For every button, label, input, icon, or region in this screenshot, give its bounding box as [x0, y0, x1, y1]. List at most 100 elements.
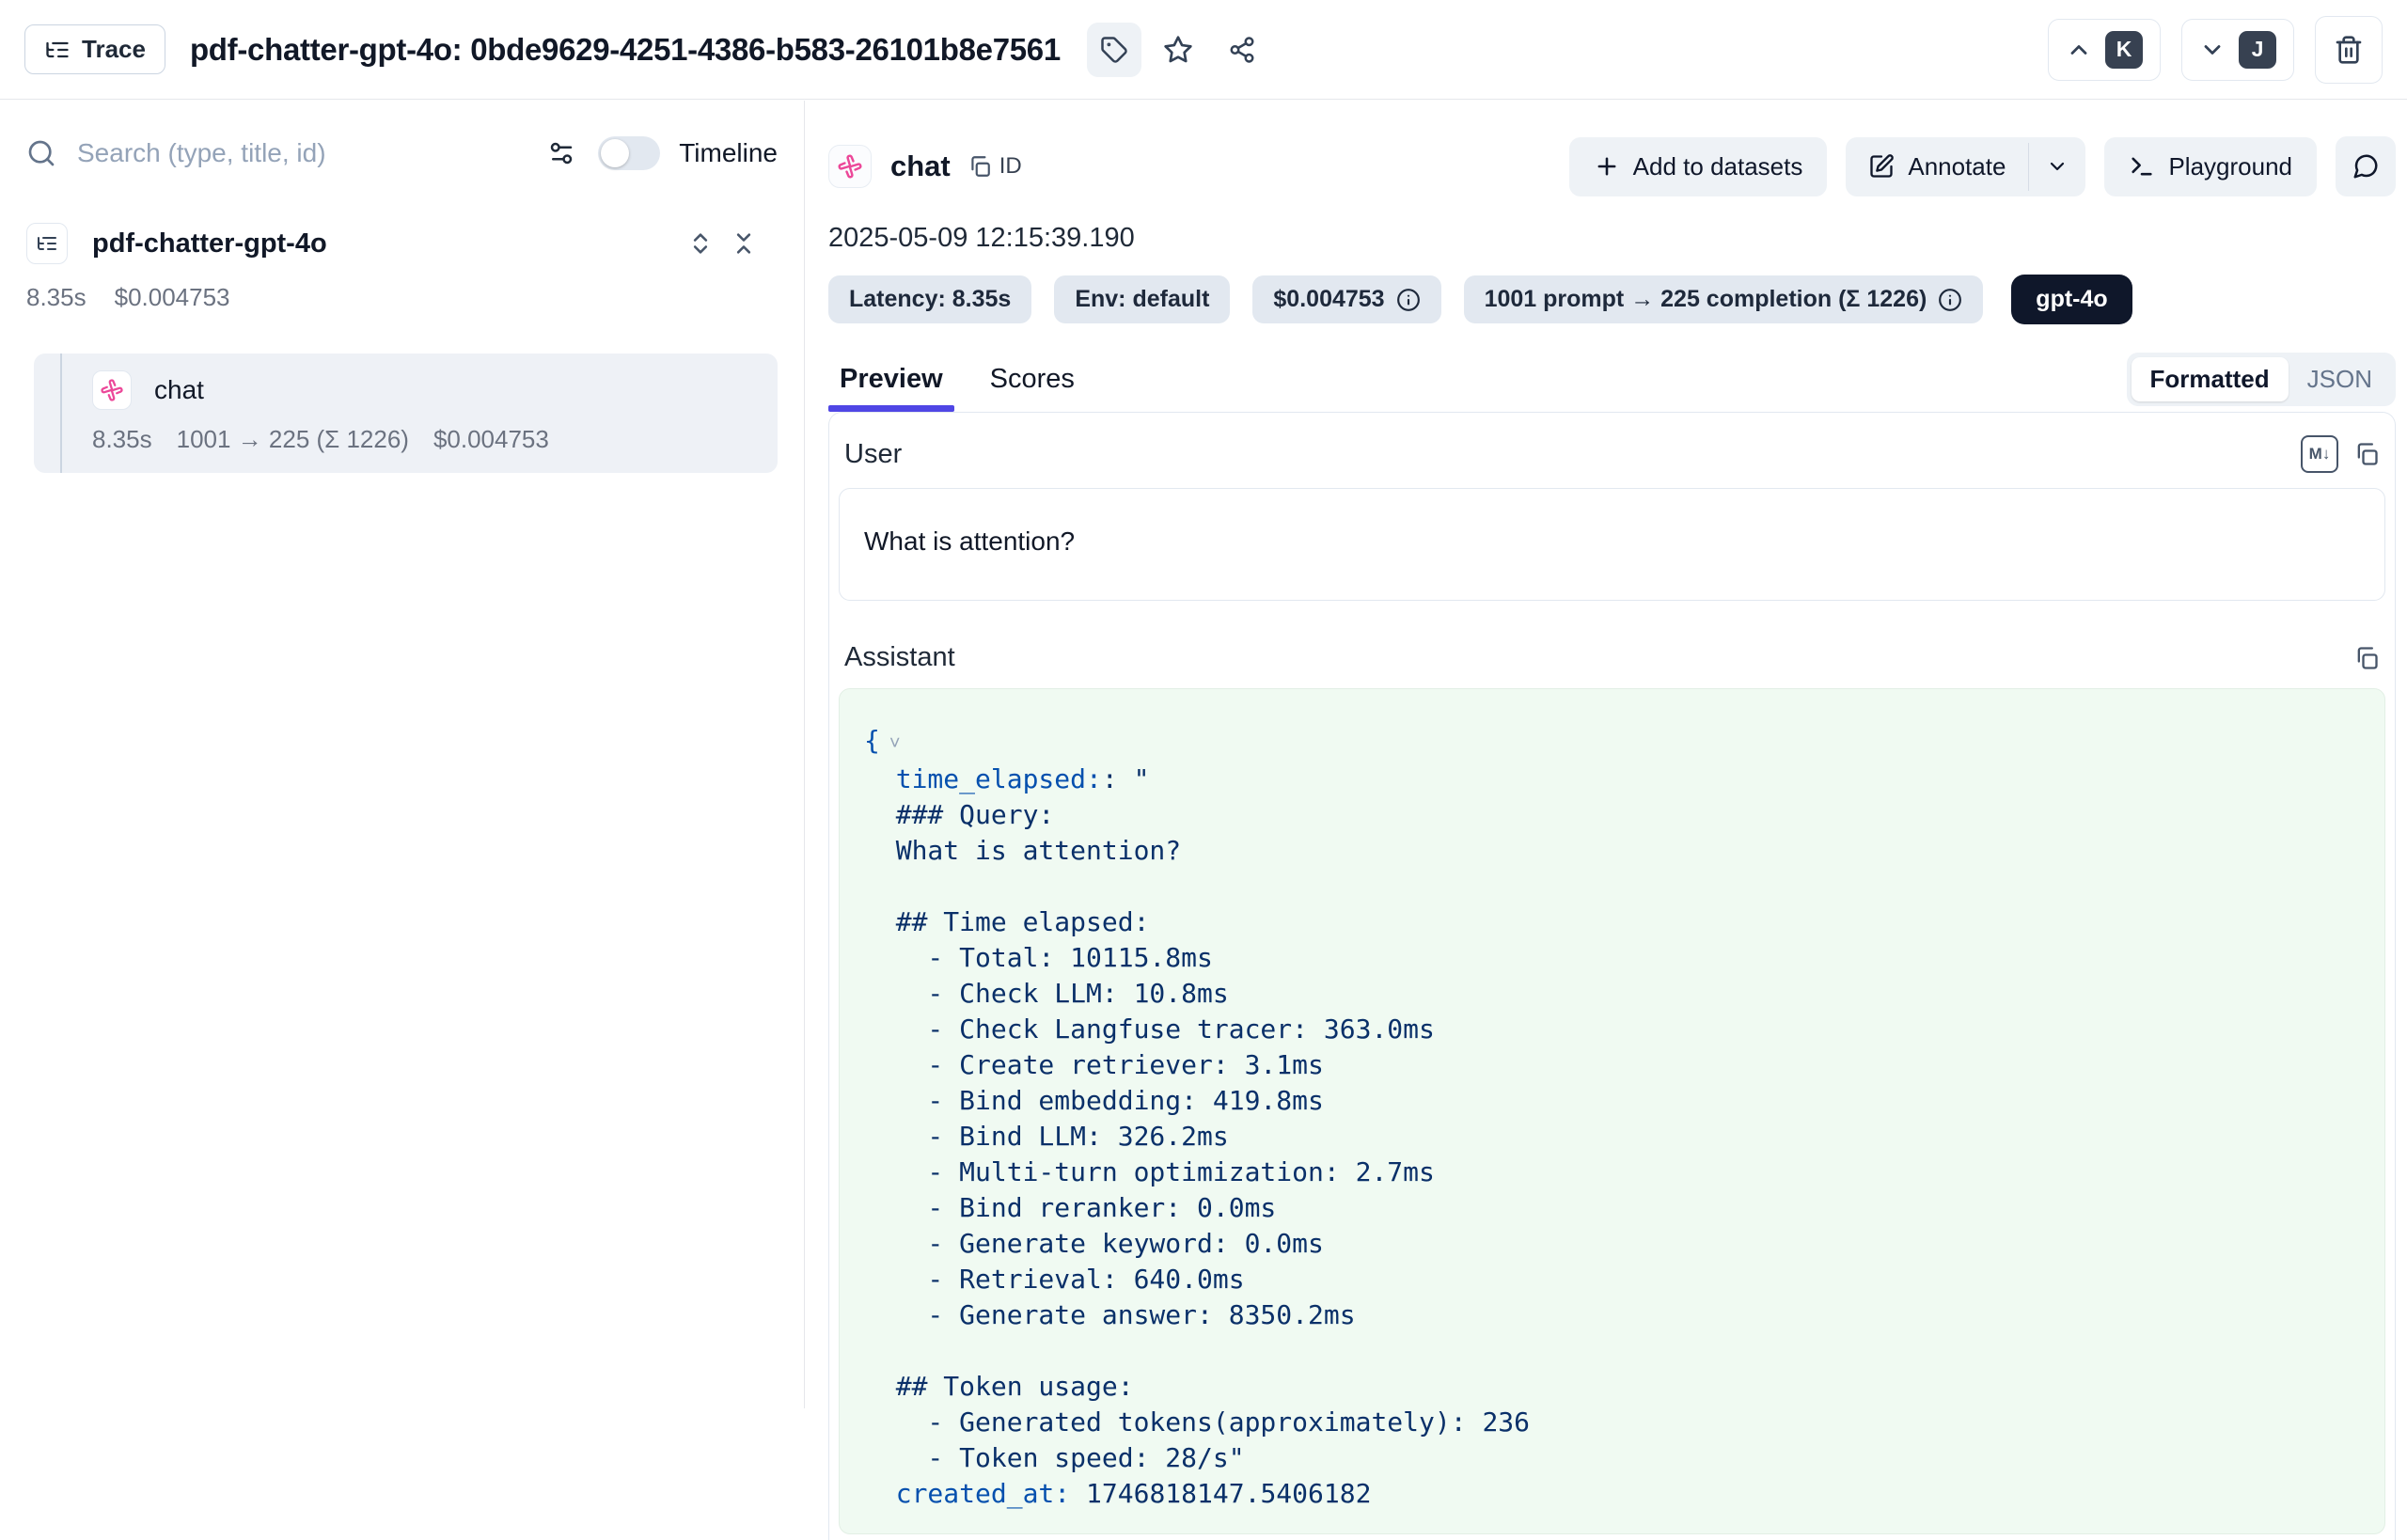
info-icon	[1396, 288, 1421, 312]
copy-icon[interactable]	[2353, 441, 2380, 467]
add-to-datasets-button[interactable]: Add to datasets	[1569, 137, 1828, 196]
list-tree-icon	[44, 37, 71, 63]
playground-label: Playground	[2168, 152, 2292, 181]
copy-icon[interactable]	[2353, 645, 2380, 671]
chevron-down-icon	[2199, 37, 2226, 63]
user-section-title: User	[844, 439, 2301, 470]
copy-id-icon[interactable]	[968, 154, 992, 179]
delete-trace-button[interactable]	[2315, 16, 2383, 84]
terminal-icon	[2129, 153, 2155, 180]
assistant-code: {˅ time_elapsed:: " ### Query: What is a…	[864, 723, 2360, 1512]
code-line: What is attention?	[864, 833, 2360, 869]
comment-bubble-icon	[2352, 152, 2380, 181]
user-message-box: What is attention?	[839, 488, 2385, 601]
annotate-button[interactable]: Annotate	[1846, 137, 2028, 196]
trace-root-label: pdf-chatter-gpt-4o	[92, 228, 687, 259]
chevron-up-icon	[2066, 37, 2092, 63]
trace-type-button[interactable]: Trace	[24, 24, 165, 74]
latency-badge-label: Latency: 8.35s	[849, 286, 1011, 313]
annotate-dropdown-caret[interactable]	[2029, 137, 2085, 196]
code-line: {˅	[864, 723, 2360, 762]
tag-icon	[1100, 36, 1128, 64]
env-badge-label: Env: default	[1075, 286, 1209, 313]
code-line: - Generated tokens(approximately): 236	[864, 1405, 2360, 1440]
chat-cost: $0.004753	[433, 425, 549, 454]
list-tree-icon	[26, 223, 68, 264]
search-input[interactable]	[77, 138, 547, 168]
trace-button-label: Trace	[82, 35, 146, 64]
chat-item-header: chat	[92, 370, 761, 410]
cost-badge[interactable]: $0.004753	[1252, 275, 1440, 323]
code-line: - Generate keyword: 0.0ms	[864, 1226, 2360, 1262]
markdown-toggle-icon[interactable]: M↓	[2301, 435, 2338, 473]
format-toggle: Formatted JSON	[2127, 353, 2396, 406]
code-line: ## Time elapsed:	[864, 904, 2360, 940]
collapse-chevron-icon[interactable]: ˅	[889, 733, 901, 754]
toggle-knob	[601, 139, 629, 167]
code-line: - Total: 10115.8ms	[864, 940, 2360, 976]
token-usage-label: 1001 prompt → 225 completion (Σ 1226)	[1485, 286, 1927, 313]
format-option-formatted[interactable]: Formatted	[2132, 357, 2289, 401]
code-line: ### Query:	[864, 797, 2360, 833]
user-section-header: User M↓	[839, 435, 2385, 473]
latency-badge: Latency: 8.35s	[828, 275, 1031, 323]
tree-indent-guide	[60, 354, 62, 473]
share-icon	[1228, 36, 1256, 64]
format-option-json[interactable]: JSON	[2289, 357, 2391, 401]
tabs-row: Preview Scores Formatted JSON	[828, 353, 2396, 412]
trace-root-row[interactable]: pdf-chatter-gpt-4o	[26, 223, 778, 264]
nav-next-button[interactable]: J	[2181, 19, 2294, 81]
code-line: - Multi-turn optimization: 2.7ms	[864, 1155, 2360, 1190]
code-line	[864, 869, 2360, 904]
assistant-section-header: Assistant	[839, 642, 2385, 673]
trash-icon	[2334, 35, 2364, 65]
model-badge[interactable]: gpt-4o	[2011, 275, 2132, 324]
generation-icon	[828, 145, 872, 188]
trace-tree-sidebar: Timeline pdf-chatter-gpt-4o 8.35s $0.004…	[0, 101, 805, 1408]
metrics-badge-row: Latency: 8.35s Env: default $0.004753 10…	[828, 275, 2396, 324]
trace-cost: $0.004753	[115, 283, 230, 312]
id-label: ID	[999, 153, 1022, 180]
tree-item-chat[interactable]: chat 8.35s 1001 → 225 (Σ 1226) $0.004753	[34, 354, 778, 473]
plus-icon	[1594, 153, 1620, 180]
token-usage-badge[interactable]: 1001 prompt → 225 completion (Σ 1226)	[1464, 275, 1984, 323]
annotate-split-button: Annotate	[1846, 137, 2085, 196]
observation-header: chat ID Add to datasets Annotate	[828, 136, 2396, 196]
code-line: - Check LLM: 10.8ms	[864, 976, 2360, 1012]
tree-fold-controls	[687, 230, 757, 257]
observation-timestamp: 2025-05-09 12:15:39.190	[828, 223, 2396, 254]
pen-square-icon	[1868, 153, 1895, 180]
comments-button[interactable]	[2336, 136, 2396, 196]
tag-button[interactable]	[1087, 23, 1141, 77]
observation-detail-panel: chat ID Add to datasets Annotate	[806, 101, 2407, 1408]
collapse-all-icon[interactable]	[731, 230, 757, 257]
search-row: Timeline	[26, 136, 778, 170]
code-line: - Bind reranker: 0.0ms	[864, 1190, 2360, 1226]
code-line: - Generate answer: 8350.2ms	[864, 1297, 2360, 1333]
code-line: - Bind LLM: 326.2ms	[864, 1119, 2360, 1155]
tab-preview[interactable]: Preview	[828, 364, 954, 412]
nav-previous-button[interactable]: K	[2048, 19, 2161, 81]
code-line: created_at: 1746818147.5406182	[864, 1476, 2360, 1512]
io-preview-panel: User M↓ What is attention? Assistant {˅ …	[828, 412, 2396, 1540]
top-bar: Trace pdf-chatter-gpt-4o: 0bde9629-4251-…	[0, 0, 2407, 100]
tab-scores[interactable]: Scores	[979, 364, 1086, 412]
timeline-toggle[interactable]	[598, 136, 660, 170]
star-icon	[1163, 35, 1193, 65]
chat-item-label: chat	[154, 375, 204, 405]
filter-sliders-icon[interactable]	[547, 139, 575, 167]
code-line: - Retrieval: 640.0ms	[864, 1262, 2360, 1297]
star-button[interactable]	[1151, 23, 1205, 77]
generation-icon	[92, 370, 132, 410]
share-button[interactable]	[1215, 23, 1269, 77]
env-badge: Env: default	[1054, 275, 1230, 323]
cost-badge-label: $0.004753	[1273, 286, 1384, 313]
code-line: ## Token usage:	[864, 1369, 2360, 1405]
chat-item-metrics: 8.35s 1001 → 225 (Σ 1226) $0.004753	[92, 425, 761, 454]
trace-latency: 8.35s	[26, 283, 87, 312]
code-line: time_elapsed:: "	[864, 762, 2360, 797]
timeline-toggle-label: Timeline	[679, 138, 778, 168]
playground-button[interactable]: Playground	[2104, 137, 2317, 196]
search-icon	[26, 138, 56, 168]
expand-all-icon[interactable]	[687, 230, 714, 257]
